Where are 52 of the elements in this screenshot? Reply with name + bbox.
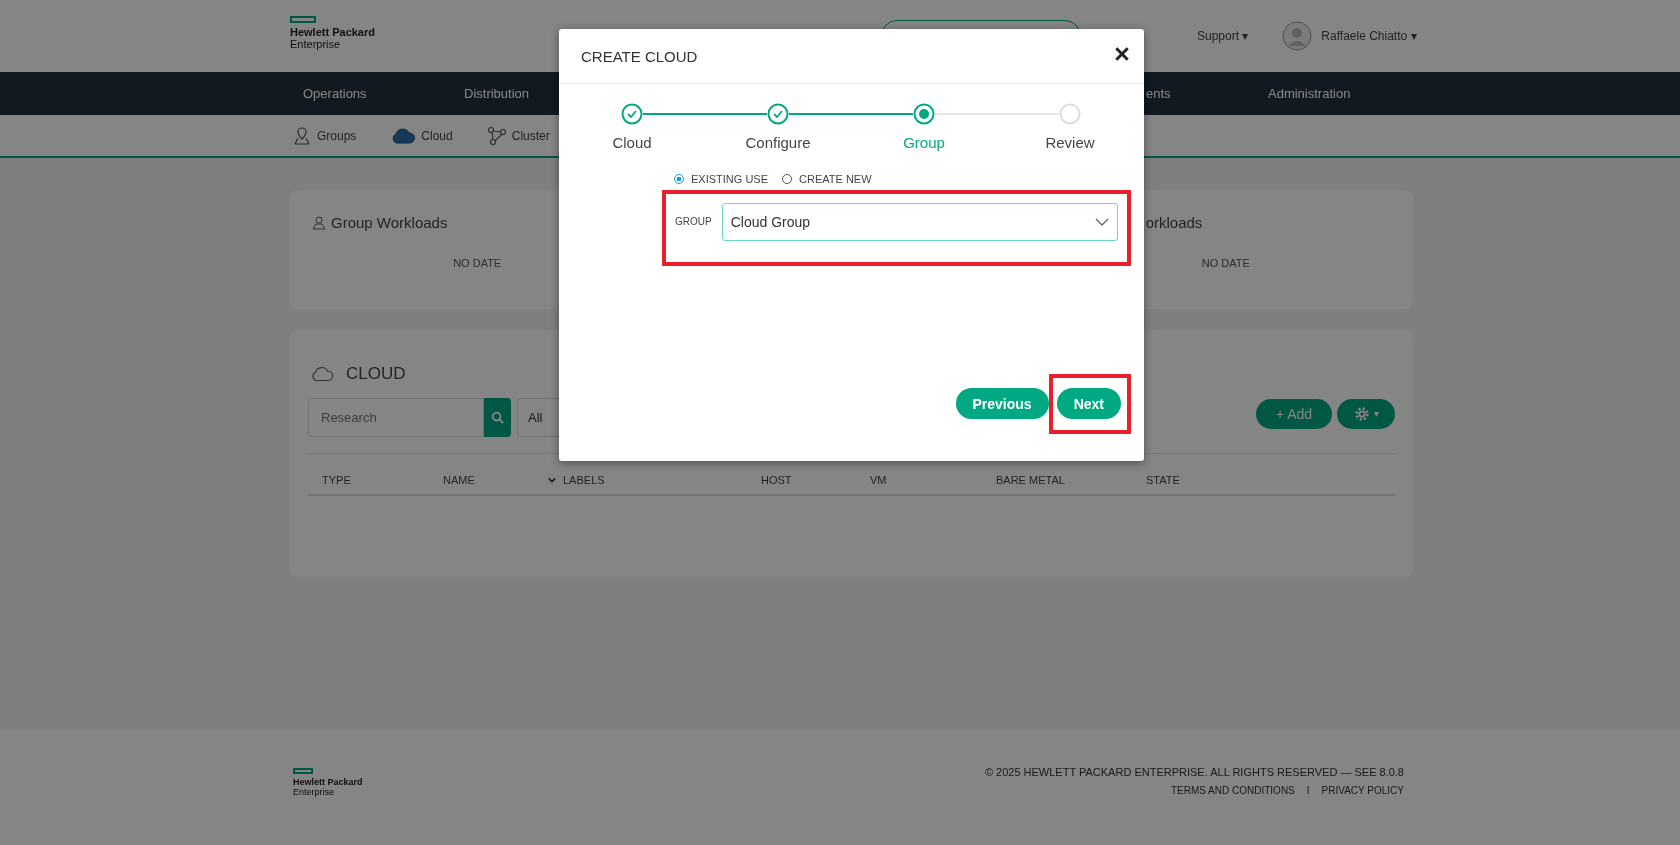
logo-subtext: Enterprise <box>290 38 342 50</box>
user-menu[interactable]: Raffaele Chiatto ▾ <box>1321 29 1417 43</box>
map-pin-icon <box>292 125 312 146</box>
step-label: Group <box>903 134 945 151</box>
copyright-text: © 2025 HEWLETT PACKARD ENTERPRISE. ALL RIGHTS RESERVED — SEE 8.0.8 <box>984 766 1404 778</box>
dialog-title: CREATE CLOUD <box>581 47 698 65</box>
previous-button[interactable]: Previous <box>955 388 1049 419</box>
sort-caret-icon <box>548 477 556 483</box>
radio-option[interactable]: EXISTING USE <box>674 173 769 185</box>
avatar-icon[interactable] <box>1282 21 1313 51</box>
radio-option[interactable]: CREATE NEW <box>782 173 872 185</box>
terms-link[interactable]: TERMS AND CONDITIONS <box>1170 785 1295 796</box>
person-icon <box>312 215 326 230</box>
column-header[interactable]: BARE METAL <box>996 474 1146 486</box>
cloud-icon <box>390 127 417 144</box>
column-header[interactable]: HOST <box>761 474 870 486</box>
footer-logo: Hewlett Packard Enterprise <box>293 768 363 797</box>
field-label: GROUP <box>675 216 712 227</box>
subnav-tab[interactable]: Groups <box>292 125 357 146</box>
search-button[interactable] <box>484 398 511 437</box>
step-label: Review <box>1045 134 1095 151</box>
settings-button[interactable]: ▾ <box>1337 398 1395 429</box>
step-label: Configure <box>745 134 811 151</box>
logo-text: Hewlett Packard <box>290 26 375 38</box>
group-select[interactable]: Cloud Group <box>721 202 1118 241</box>
column-header[interactable]: STATE <box>1146 474 1395 486</box>
search-field[interactable]: Research <box>308 398 484 437</box>
nav-item[interactable]: Administration <box>1268 86 1413 101</box>
section-title: CLOUD <box>346 364 406 384</box>
close-icon[interactable] <box>1114 45 1130 62</box>
cluster-icon <box>486 125 507 146</box>
column-header[interactable]: TYPE <box>322 474 443 486</box>
empty-text: NO DATE <box>452 257 503 269</box>
column-header[interactable]: VM <box>870 474 996 486</box>
nav-item[interactable]: ents <box>1146 86 1268 101</box>
search-icon <box>491 411 504 424</box>
separator-text: I <box>1306 785 1310 796</box>
support-menu[interactable]: Support ▾ <box>1197 29 1249 43</box>
card-title: Group Workloads <box>331 214 448 231</box>
add-button[interactable]: + Add <box>1256 398 1332 429</box>
subnav-tab[interactable]: Cluster <box>486 125 550 146</box>
empty-text: NO DATE <box>1200 257 1251 269</box>
subnav-tab[interactable]: Cloud <box>390 127 453 144</box>
card-title: orkloads <box>1145 214 1203 231</box>
gear-icon <box>1353 404 1371 423</box>
next-button[interactable]: Next <box>1056 388 1121 419</box>
logo[interactable]: Hewlett Packard Enterprise <box>290 16 375 50</box>
privacy-link[interactable]: PRIVACY POLICY <box>1321 785 1404 796</box>
step-label: Cloud <box>612 134 652 151</box>
nav-item[interactable]: Operations <box>303 86 464 101</box>
cloud-icon <box>310 366 334 382</box>
chevron-down-icon <box>1095 217 1109 226</box>
